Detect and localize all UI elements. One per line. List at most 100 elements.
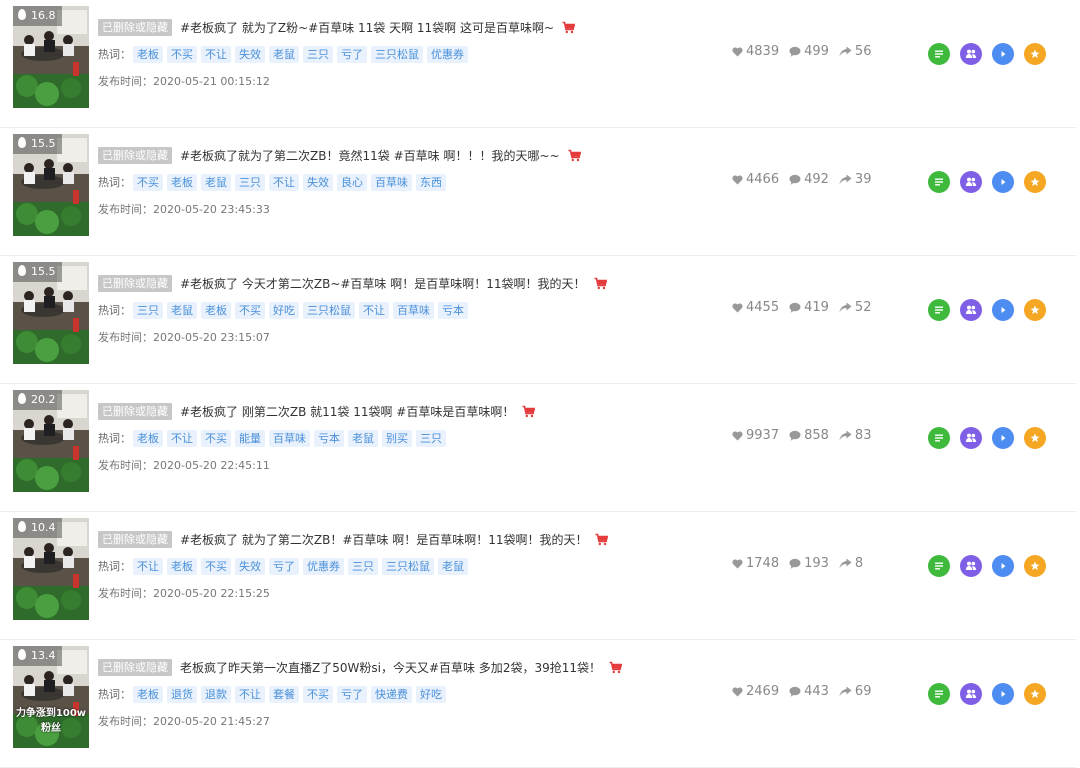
hot-word-tag[interactable]: 老板 — [133, 45, 163, 63]
favorite-button[interactable] — [1024, 555, 1046, 577]
hot-word-tag[interactable]: 失效 — [303, 173, 333, 191]
details-button[interactable] — [928, 555, 950, 577]
hot-word-tag[interactable]: 不让 — [269, 173, 299, 191]
details-button[interactable] — [928, 427, 950, 449]
list-item[interactable]: 15.5 已删除或隐藏 #老板疯了 今天才第二次ZB~#百草味 啊！是百草味啊！… — [0, 256, 1076, 384]
hot-word-tag[interactable]: 三只 — [133, 301, 163, 319]
hot-word-tag[interactable]: 失效 — [235, 45, 265, 63]
hot-word-tag[interactable]: 好吃 — [416, 685, 446, 703]
hot-word-tag[interactable]: 亏了 — [337, 685, 367, 703]
hot-word-tag[interactable]: 不让 — [235, 685, 265, 703]
hot-word-tag[interactable]: 不买 — [133, 173, 163, 191]
play-button[interactable] — [992, 299, 1014, 321]
list-item[interactable]: 20.2 已删除或隐藏 #老板疯了 刚第二次ZB 就11袋 11袋啊 #百草味是… — [0, 384, 1076, 512]
hot-word-tag[interactable]: 优惠券 — [303, 557, 344, 575]
hot-word-tag[interactable]: 老板 — [201, 301, 231, 319]
shopping-cart-icon[interactable] — [568, 149, 581, 162]
play-button[interactable] — [992, 171, 1014, 193]
hot-word-tag[interactable]: 三只松鼠 — [303, 301, 355, 319]
list-item[interactable]: 16.8 已删除或隐藏 #老板疯了 就为了Z粉~#百草味 11袋 天啊 11袋啊… — [0, 0, 1076, 128]
video-thumbnail[interactable]: 10.4 — [13, 518, 89, 620]
hot-word-tag[interactable]: 老鼠 — [201, 173, 231, 191]
play-button[interactable] — [992, 427, 1014, 449]
video-thumbnail[interactable]: 15.5 — [13, 262, 89, 364]
hot-word-tag[interactable]: 不让 — [359, 301, 389, 319]
shopping-cart-icon[interactable] — [594, 277, 607, 290]
shopping-cart-icon[interactable] — [609, 661, 622, 674]
hot-word-tag[interactable]: 老板 — [167, 173, 197, 191]
hot-word-tag[interactable]: 退货 — [167, 685, 197, 703]
hot-word-tag[interactable]: 快递费 — [371, 685, 412, 703]
video-title[interactable]: #老板疯了 刚第二次ZB 就11袋 11袋啊 #百草味是百草味啊！ — [180, 403, 514, 420]
details-button[interactable] — [928, 299, 950, 321]
hot-word-tag[interactable]: 亏了 — [269, 557, 299, 575]
favorite-button[interactable] — [1024, 171, 1046, 193]
play-button[interactable] — [992, 683, 1014, 705]
hot-word-tag[interactable]: 老鼠 — [269, 45, 299, 63]
video-title[interactable]: #老板疯了 今天才第二次ZB~#百草味 啊！是百草味啊！11袋啊！我的天！ — [180, 275, 586, 292]
list-item[interactable]: 13.4 力争涨到100w粉丝 已删除或隐藏 老板疯了昨天第一次直播Z了50W粉… — [0, 640, 1076, 768]
hot-word-tag[interactable]: 能量 — [235, 429, 265, 447]
hot-word-tag[interactable]: 亏了 — [337, 45, 367, 63]
hot-word-tag[interactable]: 百草味 — [269, 429, 310, 447]
favorite-button[interactable] — [1024, 43, 1046, 65]
hot-word-tag[interactable]: 老板 — [133, 429, 163, 447]
hot-word-tag[interactable]: 不让 — [133, 557, 163, 575]
details-button[interactable] — [928, 683, 950, 705]
video-title[interactable]: #老板疯了就为了第二次ZB！竟然11袋 #百草味 啊！！！我的天哪~~ — [180, 147, 560, 164]
audience-button[interactable] — [960, 683, 982, 705]
shopping-cart-icon[interactable] — [562, 21, 576, 34]
hot-word-tag[interactable]: 百草味 — [393, 301, 434, 319]
shopping-cart-icon[interactable] — [595, 533, 609, 546]
play-button[interactable] — [992, 43, 1014, 65]
hot-word-tag[interactable]: 良心 — [337, 173, 367, 191]
hot-word-tag[interactable]: 老鼠 — [348, 429, 378, 447]
hot-word-tag[interactable]: 亏本 — [314, 429, 344, 447]
audience-button[interactable] — [960, 299, 982, 321]
hot-word-tag[interactable]: 别买 — [382, 429, 412, 447]
video-thumbnail[interactable]: 13.4 力争涨到100w粉丝 — [13, 646, 89, 748]
hot-word-tag[interactable]: 三只 — [303, 45, 333, 63]
audience-button[interactable] — [960, 427, 982, 449]
hot-word-tag[interactable]: 不买 — [303, 685, 333, 703]
hot-word-tag[interactable]: 不买 — [235, 301, 265, 319]
hot-word-tag[interactable]: 三只 — [348, 557, 378, 575]
video-title[interactable]: 老板疯了昨天第一次直播Z了50W粉si，今天又#百草味 多加2袋，39抢11袋！ — [180, 659, 601, 676]
list-item[interactable]: 10.4 已删除或隐藏 #老板疯了 就为了第二次ZB！#百草味 啊！是百草味啊！… — [0, 512, 1076, 640]
hot-word-tag[interactable]: 老板 — [133, 685, 163, 703]
list-item[interactable]: 15.5 已删除或隐藏 #老板疯了就为了第二次ZB！竟然11袋 #百草味 啊！！… — [0, 128, 1076, 256]
shopping-cart-icon[interactable] — [522, 405, 536, 418]
details-button[interactable] — [928, 43, 950, 65]
hot-word-tag[interactable]: 优惠券 — [427, 45, 468, 63]
video-thumbnail[interactable]: 20.2 — [13, 390, 89, 492]
hot-word-tag[interactable]: 东西 — [416, 173, 446, 191]
favorite-button[interactable] — [1024, 427, 1046, 449]
hot-word-tag[interactable]: 退款 — [201, 685, 231, 703]
video-title[interactable]: #老板疯了 就为了Z粉~#百草味 11袋 天啊 11袋啊 这可是百草味啊~ — [180, 19, 554, 36]
video-thumbnail[interactable]: 15.5 — [13, 134, 89, 236]
video-title[interactable]: #老板疯了 就为了第二次ZB！#百草味 啊！是百草味啊！11袋啊！我的天！ — [180, 531, 587, 548]
hot-word-tag[interactable]: 套餐 — [269, 685, 299, 703]
hot-word-tag[interactable]: 好吃 — [269, 301, 299, 319]
hot-word-tag[interactable]: 亏本 — [438, 301, 468, 319]
play-button[interactable] — [992, 555, 1014, 577]
hot-word-tag[interactable]: 老板 — [167, 557, 197, 575]
hot-word-tag[interactable]: 不让 — [201, 45, 231, 63]
hot-word-tag[interactable]: 三只松鼠 — [371, 45, 423, 63]
hot-word-tag[interactable]: 失效 — [235, 557, 265, 575]
audience-button[interactable] — [960, 171, 982, 193]
details-button[interactable] — [928, 171, 950, 193]
favorite-button[interactable] — [1024, 683, 1046, 705]
hot-word-tag[interactable]: 老鼠 — [167, 301, 197, 319]
hot-word-tag[interactable]: 老鼠 — [438, 557, 468, 575]
hot-word-tag[interactable]: 三只松鼠 — [382, 557, 434, 575]
audience-button[interactable] — [960, 43, 982, 65]
audience-button[interactable] — [960, 555, 982, 577]
video-thumbnail[interactable]: 16.8 — [13, 6, 89, 108]
hot-word-tag[interactable]: 不买 — [201, 429, 231, 447]
hot-word-tag[interactable]: 不让 — [167, 429, 197, 447]
hot-word-tag[interactable]: 不买 — [167, 45, 197, 63]
hot-word-tag[interactable]: 不买 — [201, 557, 231, 575]
hot-word-tag[interactable]: 三只 — [416, 429, 446, 447]
hot-word-tag[interactable]: 百草味 — [371, 173, 412, 191]
